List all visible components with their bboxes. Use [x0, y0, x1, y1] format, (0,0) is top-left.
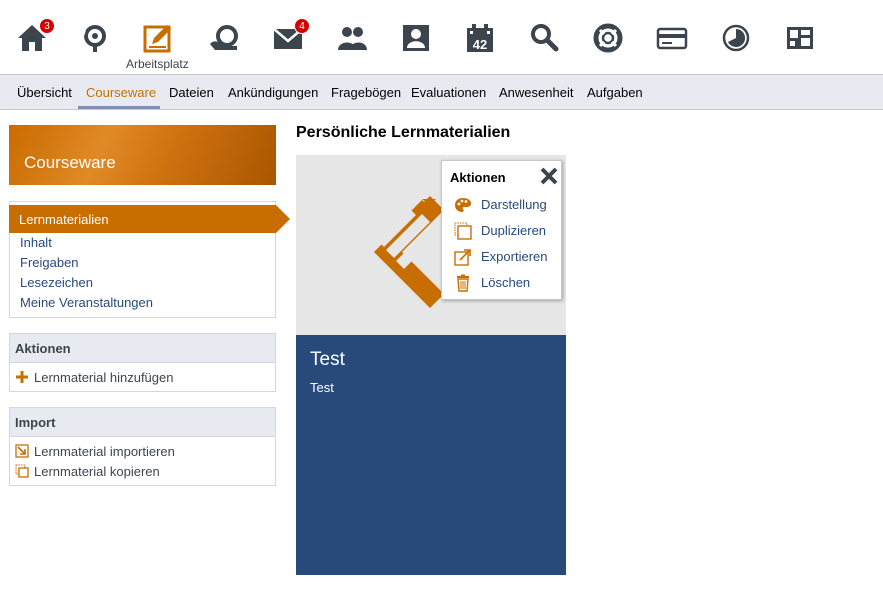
arbeitsplatz-label: Arbeitsplatz	[126, 57, 189, 71]
layout-icon	[787, 27, 813, 49]
tab-anwesenheit[interactable]: Anwesenheit	[499, 85, 573, 100]
action-menu-title: Aktionen	[450, 170, 506, 185]
card-icon	[656, 27, 688, 50]
home-badge: 3	[39, 18, 55, 34]
palette-icon	[455, 198, 471, 212]
course-tab-bar: Übersicht Courseware Dateien Ankündigung…	[0, 74, 883, 110]
close-menu-button[interactable]	[539, 166, 559, 186]
sidebar-header: Courseware	[9, 125, 276, 185]
sidebar-import-box: Import Lernmaterial importieren Lernmate…	[9, 407, 276, 486]
calendar-icon: 42	[467, 24, 493, 52]
nav-calendar[interactable]: 42	[462, 18, 502, 62]
nav-profile[interactable]	[398, 18, 438, 62]
menu-item-darstellung[interactable]: Darstellung	[454, 196, 559, 216]
nav-help[interactable]	[590, 18, 630, 62]
menu-item-duplizieren[interactable]: Duplizieren	[454, 222, 559, 242]
tab-dateien[interactable]: Dateien	[169, 85, 214, 100]
sidebar-import-title: Import	[10, 408, 275, 437]
nav-card[interactable]	[654, 18, 694, 62]
sidebar-item-freigaben[interactable]: Freigaben	[20, 255, 79, 270]
active-tab-indicator	[78, 106, 160, 109]
card-subtitle: Test	[310, 380, 334, 395]
import-icon	[15, 444, 29, 458]
trash-icon	[457, 274, 469, 292]
copy-lernmaterial-label: Lernmaterial kopieren	[34, 464, 160, 479]
calendar-day: 42	[473, 37, 487, 52]
sidebar-actions-box: Aktionen Lernmaterial hinzufügen	[9, 333, 276, 392]
menu-item-label: Darstellung	[481, 197, 547, 212]
nav-mail[interactable]: 4	[270, 18, 310, 62]
sidebar-actions-title: Aktionen	[10, 334, 275, 363]
menu-item-loeschen[interactable]: Löschen	[454, 274, 559, 294]
menu-item-label: Duplizieren	[481, 223, 547, 238]
community-icon	[210, 25, 238, 50]
sidebar-item-inhalt[interactable]: Inhalt	[20, 235, 52, 250]
menu-item-label: Löschen	[481, 275, 531, 290]
contacts-icon	[338, 27, 367, 50]
sidebar-item-meine-veranstaltungen[interactable]: Meine Veranstaltungen	[20, 295, 153, 310]
tab-evaluationen[interactable]: Evaluationen	[411, 85, 486, 100]
top-navigation: 3 Arbeitsplatz 4 42	[0, 0, 883, 77]
nav-activity[interactable]	[76, 18, 116, 62]
sidebar-title: Courseware	[24, 153, 116, 172]
sidebar-item-lesezeichen[interactable]: Lesezeichen	[20, 275, 93, 290]
tab-courseware[interactable]: Courseware	[86, 85, 156, 100]
nav-home[interactable]: 3	[14, 18, 55, 62]
add-lernmaterial-label: Lernmaterial hinzufügen	[34, 370, 174, 385]
activity-icon	[80, 25, 106, 52]
arbeitsplatz-icon	[143, 25, 171, 53]
tab-aufgaben[interactable]: Aufgaben	[587, 85, 643, 100]
copy-icon	[15, 464, 29, 478]
copy-icon	[454, 222, 472, 240]
nav-arbeitsplatz[interactable]: Arbeitsplatz	[126, 18, 194, 77]
sidebar-item-lernmaterialien[interactable]: Lernmaterialien	[9, 205, 290, 233]
sidebar-item-label: Lernmaterialien	[19, 212, 109, 227]
plus-icon	[16, 371, 28, 383]
card-title: Test	[310, 349, 345, 370]
page-title: Persönliche Lernmaterialien	[296, 124, 511, 141]
nav-search[interactable]	[526, 18, 566, 62]
card-action-menu: Aktionen Darstellung Duplizieren Exporti…	[441, 160, 562, 300]
nav-layout[interactable]	[782, 18, 822, 62]
menu-item-label: Exportieren	[481, 249, 548, 264]
import-lernmaterial-label: Lernmaterial importieren	[34, 444, 175, 459]
nav-community[interactable]	[205, 18, 245, 62]
search-icon	[531, 24, 559, 52]
sidebar-nav: Lernmaterialien Inhalt Freigaben Lesezei…	[9, 201, 290, 318]
mail-badge: 4	[294, 18, 310, 34]
stats-icon	[722, 24, 750, 52]
export-icon	[454, 249, 471, 266]
profile-icon	[403, 25, 429, 51]
close-icon	[540, 167, 558, 185]
card-body: Test Test	[296, 335, 566, 575]
menu-item-exportieren[interactable]: Exportieren	[454, 248, 559, 268]
nav-contacts[interactable]	[334, 18, 374, 62]
tab-ankuendigungen[interactable]: Ankündigungen	[228, 85, 318, 100]
help-icon	[593, 23, 623, 53]
nav-stats[interactable]	[718, 18, 758, 62]
tab-frageboegen[interactable]: Fragebögen	[331, 85, 401, 100]
tab-uebersicht[interactable]: Übersicht	[17, 85, 72, 100]
